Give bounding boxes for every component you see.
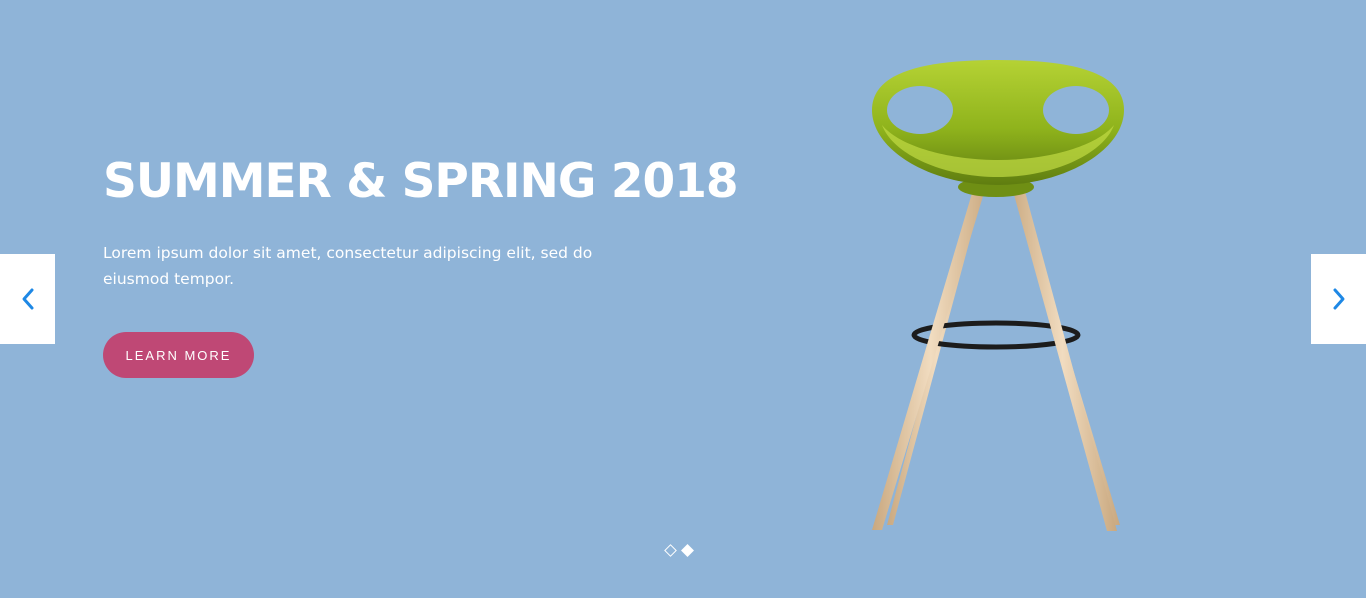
pagination-dot-2[interactable]: [681, 544, 694, 557]
pagination-dot-1[interactable]: [664, 544, 677, 557]
prev-slide-button[interactable]: [0, 254, 55, 344]
chevron-right-icon: [1333, 288, 1344, 310]
chevron-left-icon: [22, 288, 33, 310]
slide-pagination: [664, 544, 694, 557]
bar-stool-image: [872, 60, 1124, 531]
next-slide-button[interactable]: [1311, 254, 1366, 344]
hero-slider: SUMMER & SPRING 2018 Lorem ipsum dolor s…: [0, 0, 1366, 598]
slide-description: Lorem ipsum dolor sit amet, consectetur …: [103, 244, 593, 288]
slide-headline: SUMMER & SPRING 2018: [103, 154, 739, 209]
learn-more-button[interactable]: LEARN MORE: [103, 332, 254, 378]
